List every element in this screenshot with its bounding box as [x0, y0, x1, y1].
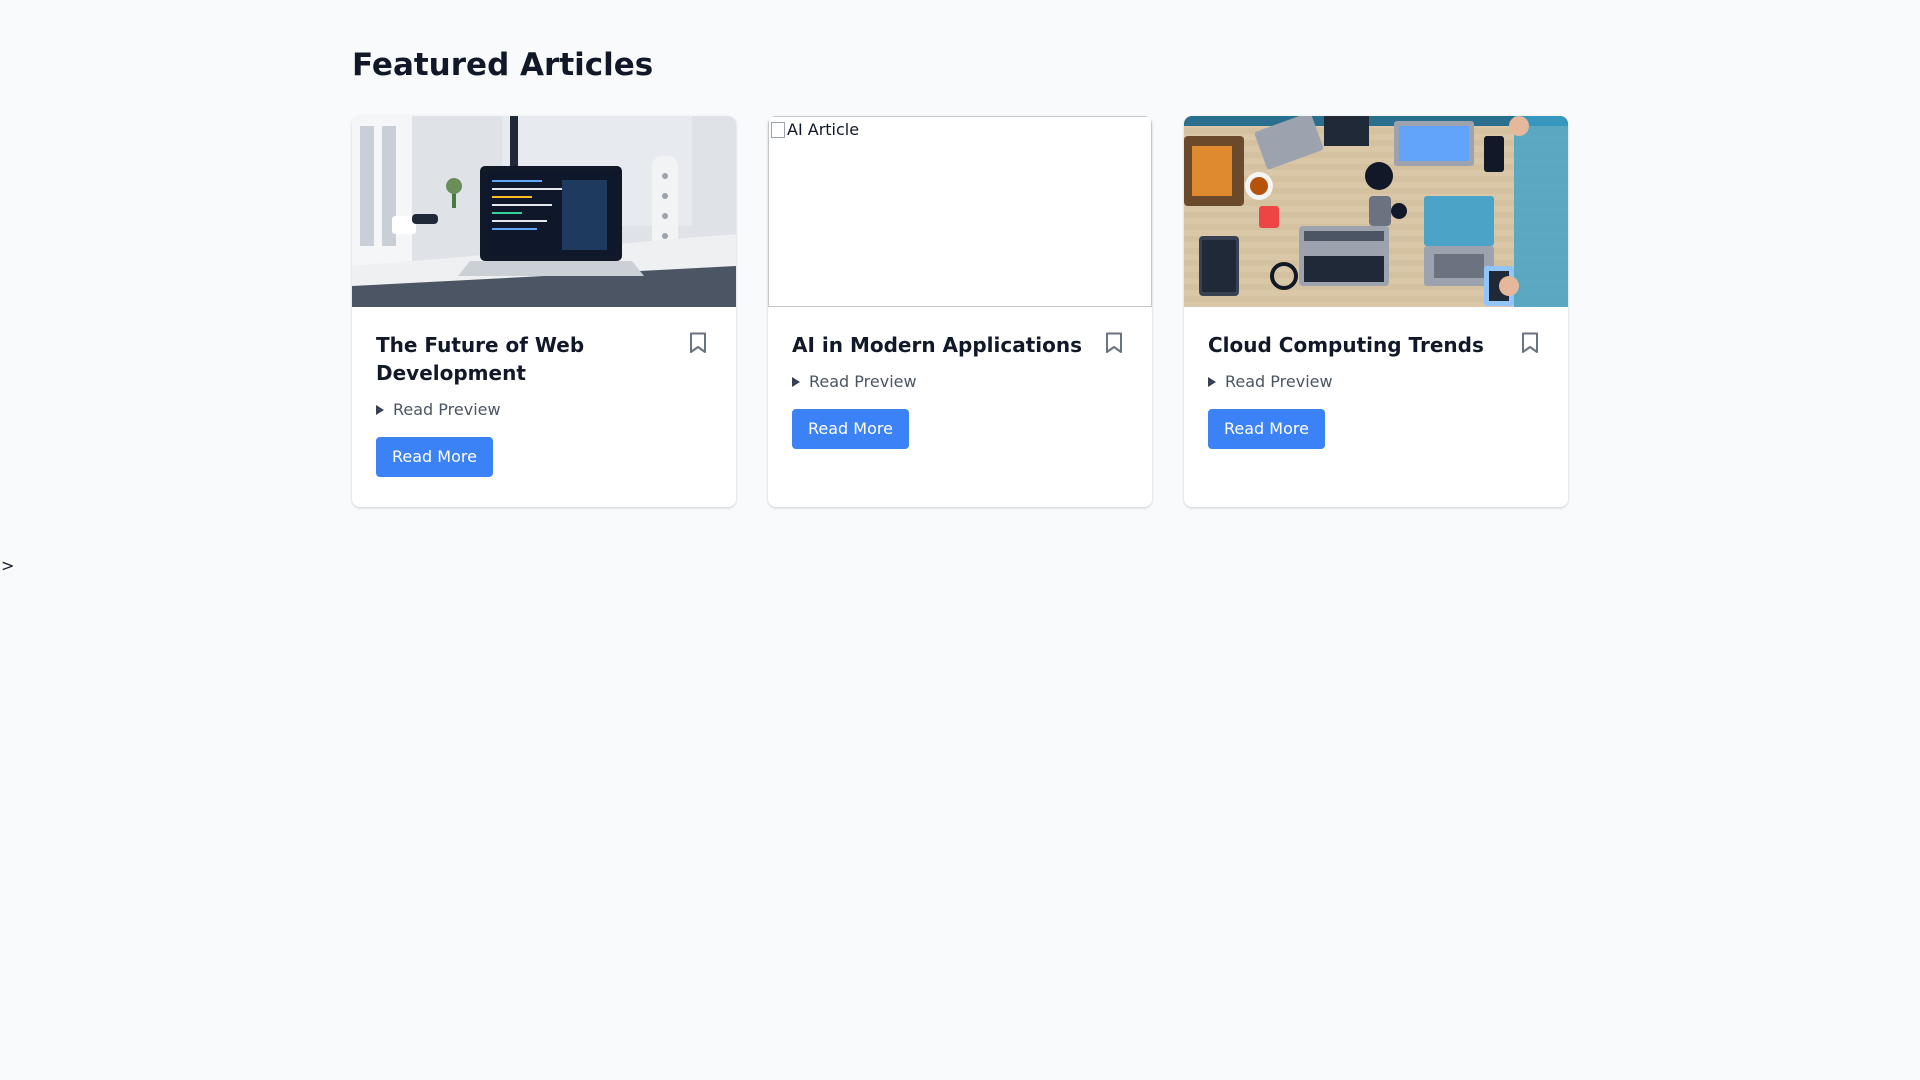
read-preview-label: Read Preview [809, 372, 917, 391]
article-title: The Future of Web Development [376, 333, 585, 385]
disclosure-triangle-icon [1208, 376, 1216, 387]
disclosure-triangle-icon [376, 404, 384, 415]
read-preview-toggle[interactable]: Read Preview [792, 372, 1128, 391]
read-preview-label: Read Preview [1225, 372, 1333, 391]
article-card: AI Article AI in Modern Applications Rea… [768, 116, 1152, 507]
read-more-button[interactable]: Read More [1208, 409, 1325, 449]
article-image [1184, 116, 1568, 307]
stray-text: > [1, 556, 15, 575]
article-card: Cloud Computing Trends Read Preview Read… [1184, 116, 1568, 507]
read-preview-toggle[interactable]: Read Preview [376, 400, 712, 419]
disclosure-triangle-icon [792, 376, 800, 387]
bookmark-icon[interactable] [684, 329, 712, 357]
article-title: Cloud Computing Trends [1208, 333, 1484, 357]
article-image-broken: AI Article [768, 116, 1152, 307]
article-header: The Future of Web Development [376, 331, 712, 387]
image-alt-text: AI Article [787, 120, 860, 139]
read-preview-toggle[interactable]: Read Preview [1208, 372, 1544, 391]
read-preview-label: Read Preview [393, 400, 501, 419]
read-more-button[interactable]: Read More [376, 437, 493, 477]
article-header: AI in Modern Applications [792, 331, 1128, 359]
page-title: Featured Articles [352, 47, 654, 83]
article-header: Cloud Computing Trends [1208, 331, 1544, 359]
bookmark-icon[interactable] [1516, 329, 1544, 357]
articles-grid: The Future of Web Development Read Previ… [352, 116, 1568, 507]
article-body: The Future of Web Development Read Previ… [376, 331, 712, 477]
broken-image-alt: AI Article [771, 120, 859, 139]
article-body: AI in Modern Applications Read Preview R… [792, 331, 1128, 449]
bookmark-icon[interactable] [1100, 329, 1128, 357]
article-card: The Future of Web Development Read Previ… [352, 116, 736, 507]
page: Featured Articles The Future of Web Deve… [0, 0, 1920, 1080]
read-more-button[interactable]: Read More [792, 409, 909, 449]
broken-image-icon [771, 121, 785, 138]
article-body: Cloud Computing Trends Read Preview Read… [1208, 331, 1544, 449]
article-image [352, 116, 736, 307]
content-container: Featured Articles The Future of Web Deve… [352, 44, 1568, 507]
article-title: AI in Modern Applications [792, 333, 1082, 357]
